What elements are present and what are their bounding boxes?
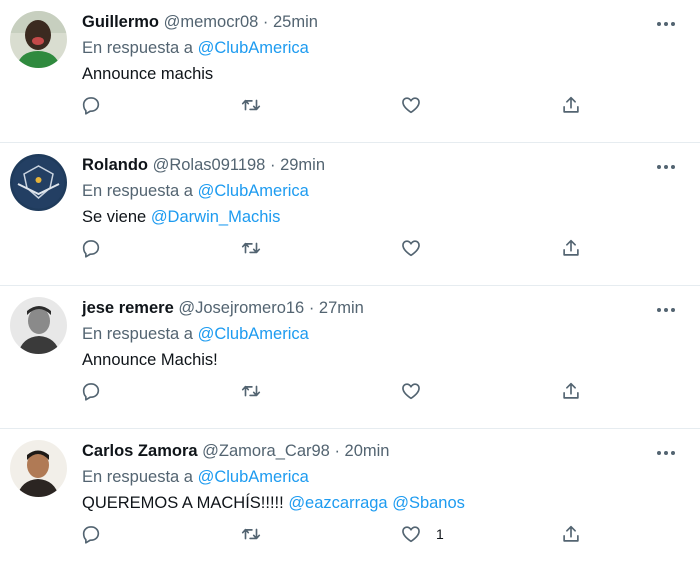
reply-prefix: En respuesta a <box>82 39 193 57</box>
reply-context: En respuesta a @ClubAmerica <box>82 36 684 60</box>
like-button[interactable] <box>400 235 422 261</box>
retweet-button[interactable] <box>240 521 262 547</box>
timestamp[interactable]: 29min <box>280 156 325 174</box>
more-options-button[interactable] <box>654 441 678 465</box>
display-name[interactable]: Rolando <box>82 156 148 174</box>
tweet-body: Announce Machis! <box>82 351 218 369</box>
like-button[interactable] <box>400 378 422 404</box>
reply-icon <box>82 383 100 401</box>
mention-link[interactable]: @eazcarraga @Sbanos <box>288 494 465 512</box>
retweet-button[interactable] <box>240 92 262 118</box>
user-handle[interactable]: @memocr08 <box>164 13 259 31</box>
reply-prefix: En respuesta a <box>82 468 193 486</box>
reply-button[interactable] <box>80 92 102 118</box>
display-name[interactable]: jese remere <box>82 299 174 317</box>
tweet-header: Guillermo @memocr08 · 25min <box>82 10 684 34</box>
reply-to-link[interactable]: @ClubAmerica <box>198 325 309 343</box>
avatar[interactable] <box>10 154 67 211</box>
timestamp[interactable]: 27min <box>319 299 364 317</box>
reply-button[interactable] <box>80 378 102 404</box>
reply-prefix: En respuesta a <box>82 325 193 343</box>
more-options-button[interactable] <box>654 298 678 322</box>
share-icon <box>563 525 579 542</box>
avatar[interactable] <box>10 297 67 354</box>
more-options-icon <box>657 165 675 169</box>
share-icon <box>563 96 579 113</box>
more-options-icon <box>657 308 675 312</box>
reply-icon <box>82 526 100 544</box>
like-button[interactable] <box>400 92 422 118</box>
user-handle[interactable]: @Zamora_Car98 <box>202 442 330 460</box>
more-options-button[interactable] <box>654 155 678 179</box>
share-icon <box>563 239 579 256</box>
retweet-icon <box>241 385 261 397</box>
tweet-body: QUEREMOS A MACHÍS!!!!! <box>82 494 284 512</box>
avatar[interactable] <box>10 11 67 68</box>
retweet-button[interactable] <box>240 378 262 404</box>
retweet-icon <box>241 242 261 254</box>
heart-icon <box>402 383 420 400</box>
tweet-body: Se viene <box>82 208 147 226</box>
reply-context: En respuesta a @ClubAmerica <box>82 322 684 346</box>
more-options-icon <box>657 451 675 455</box>
heart-icon <box>402 526 420 543</box>
like-count: 1 <box>436 526 444 542</box>
tweet-actions <box>80 235 600 261</box>
separator-dot: · <box>269 156 276 174</box>
separator-dot: · <box>334 442 340 460</box>
display-name[interactable]: Carlos Zamora <box>82 442 198 460</box>
tweet[interactable]: jese remere @Josejromero16 · 27min En re… <box>0 286 700 429</box>
retweet-icon <box>241 99 261 111</box>
share-button[interactable] <box>560 521 582 547</box>
reply-icon <box>82 240 100 258</box>
tweet-text: Announce machis <box>82 62 684 86</box>
tweet-actions: 1 <box>80 521 600 547</box>
share-button[interactable] <box>560 378 582 404</box>
tweet-header: Rolando @Rolas091198 · 29min <box>82 153 684 177</box>
heart-icon <box>402 240 420 257</box>
tweet-header: Carlos Zamora @Zamora_Car98 · 20min <box>82 439 684 463</box>
share-button[interactable] <box>560 235 582 261</box>
reply-icon <box>82 97 100 115</box>
display-name[interactable]: Guillermo <box>82 13 159 31</box>
reply-button[interactable] <box>80 521 102 547</box>
user-handle[interactable]: @Rolas091198 <box>153 156 266 174</box>
reply-to-link[interactable]: @ClubAmerica <box>198 468 309 486</box>
more-options-button[interactable] <box>654 12 678 36</box>
tweet[interactable]: Carlos Zamora @Zamora_Car98 · 20min En r… <box>0 429 700 572</box>
reply-to-link[interactable]: @ClubAmerica <box>198 39 309 57</box>
timestamp[interactable]: 20min <box>345 442 390 460</box>
tweet-header: jese remere @Josejromero16 · 27min <box>82 296 684 320</box>
user-handle[interactable]: @Josejromero16 <box>178 299 304 317</box>
like-button[interactable]: 1 <box>400 521 444 547</box>
heart-icon <box>402 97 420 114</box>
retweet-button[interactable] <box>240 235 262 261</box>
tweet[interactable]: Guillermo @memocr08 · 25min En respuesta… <box>0 0 700 143</box>
tweet-text: Announce Machis! <box>82 348 684 372</box>
reply-button[interactable] <box>80 235 102 261</box>
separator-dot: · <box>308 299 315 317</box>
share-icon <box>563 382 579 399</box>
tweet-text: QUEREMOS A MACHÍS!!!!! @eazcarraga @Sban… <box>82 491 684 515</box>
reply-to-link[interactable]: @ClubAmerica <box>198 182 309 200</box>
tweet[interactable]: Rolando @Rolas091198 · 29min En respuest… <box>0 143 700 286</box>
avatar[interactable] <box>10 440 67 497</box>
separator-dot: · <box>262 13 269 31</box>
mention-link[interactable]: @Darwin_Machis <box>151 208 281 226</box>
tweet-text: Se viene @Darwin_Machis <box>82 205 684 229</box>
share-button[interactable] <box>560 92 582 118</box>
reply-prefix: En respuesta a <box>82 182 193 200</box>
reply-context: En respuesta a @ClubAmerica <box>82 465 684 489</box>
tweet-actions <box>80 378 600 404</box>
tweet-body: Announce machis <box>82 65 214 83</box>
timestamp[interactable]: 25min <box>273 13 318 31</box>
retweet-icon <box>241 528 261 540</box>
tweet-actions <box>80 92 600 118</box>
reply-context: En respuesta a @ClubAmerica <box>82 179 684 203</box>
more-options-icon <box>657 22 675 26</box>
